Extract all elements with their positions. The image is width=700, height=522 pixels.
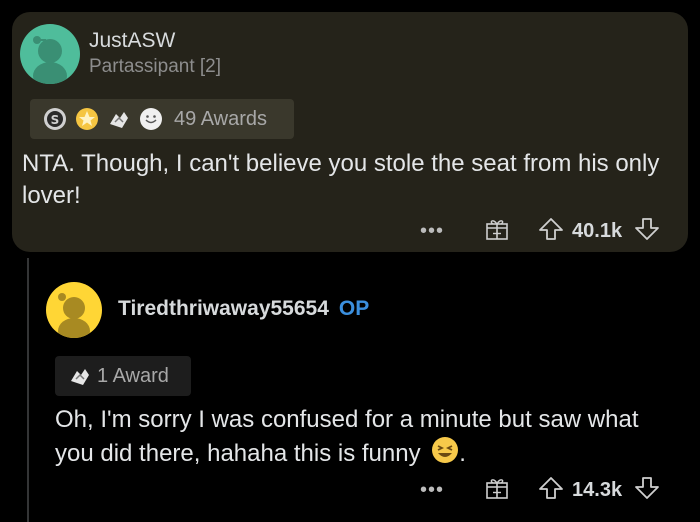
comment-body: Oh, I'm sorry I was confused for a minut… (55, 404, 675, 473)
awards-count: 1 Award (97, 364, 169, 387)
avatar[interactable] (46, 282, 102, 338)
gift-icon (486, 479, 508, 499)
upvote-arrow-icon (539, 218, 563, 240)
awards-bar[interactable]: S 49 Awards (30, 99, 294, 139)
username[interactable]: Tiredthriwaway55654 OP (118, 297, 369, 321)
username[interactable]: JustASW (89, 29, 175, 53)
give-award-button[interactable] (484, 475, 510, 506)
awards-bar[interactable]: 1 Award (55, 356, 191, 396)
gift-icon (486, 220, 508, 240)
downvote-arrow-icon (635, 477, 659, 499)
vote-score: 40.1k (572, 220, 623, 242)
upvote-button[interactable] (538, 216, 564, 247)
more-options-button[interactable]: ••• (420, 220, 444, 243)
username-text[interactable]: Tiredthriwaway55654 (118, 297, 329, 320)
downvote-button[interactable] (634, 216, 660, 247)
laughing-emoji-icon (431, 436, 459, 473)
gold-award-icon (74, 106, 100, 132)
downvote-button[interactable] (634, 475, 660, 506)
comment-text-end: . (459, 439, 466, 467)
user-flair: Partassipant [2] (89, 56, 222, 77)
comment-actions: ••• 14.3k (420, 475, 660, 506)
comment-text: Oh, I'm sorry I was confused for a minut… (55, 406, 639, 467)
awards-count: 49 Awards (174, 107, 268, 130)
upvote-arrow-icon (539, 477, 563, 499)
comment-body: NTA. Though, I can't believe you stole t… (22, 150, 660, 209)
more-options-button[interactable]: ••• (420, 479, 444, 502)
helpful-hands-award-icon (67, 363, 93, 389)
silver-award-icon: S (42, 106, 68, 132)
helpful-hands-award-icon (106, 106, 132, 132)
comment-actions: ••• 40.1k (420, 216, 660, 247)
thread-line[interactable] (27, 258, 29, 522)
upvote-button[interactable] (538, 475, 564, 506)
downvote-arrow-icon (635, 218, 659, 240)
avatar[interactable] (20, 24, 80, 84)
svg-text:S: S (51, 113, 60, 127)
wholesome-award-icon (138, 106, 164, 132)
op-badge: OP (338, 297, 370, 320)
highlighted-comment: JustASW Partassipant [2] S 49 Awards NTA… (12, 12, 688, 252)
vote-score: 14.3k (572, 479, 623, 501)
give-award-button[interactable] (484, 216, 510, 247)
